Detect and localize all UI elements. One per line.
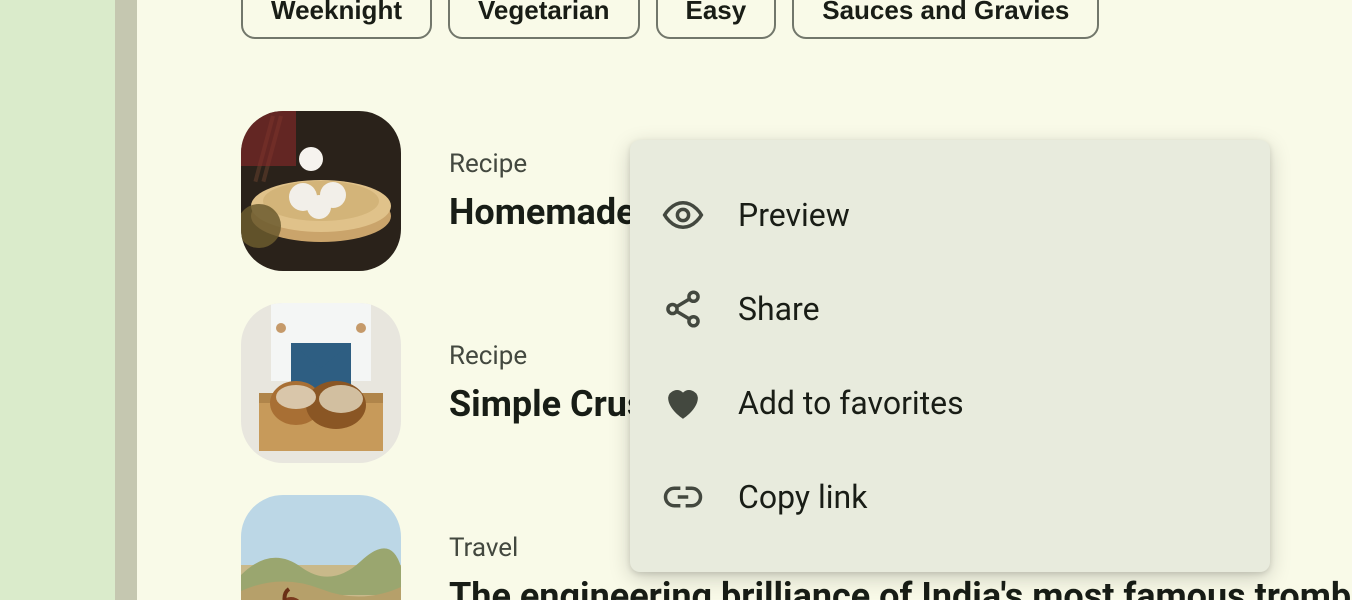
item-title: The engineering brilliance of India's mo… (449, 575, 1352, 600)
divider-rail (115, 0, 137, 600)
menu-item-share[interactable]: Share (630, 262, 1270, 356)
share-icon (662, 288, 704, 330)
chip-sauces-and-gravies[interactable]: Sauces and Gravies (792, 0, 1099, 39)
thumbnail-image (241, 495, 401, 600)
menu-label: Add to favorites (738, 384, 964, 422)
menu-item-add-to-favorites[interactable]: Add to favorites (630, 356, 1270, 450)
menu-item-preview[interactable]: Preview (630, 168, 1270, 262)
heart-icon (662, 382, 704, 424)
main-content: Weeknight Vegetarian Easy Sauces and Gra… (137, 0, 1352, 600)
menu-label: Preview (738, 196, 850, 234)
thumbnail-image (241, 111, 401, 271)
chip-vegetarian[interactable]: Vegetarian (448, 0, 640, 39)
chip-weeknight[interactable]: Weeknight (241, 0, 432, 39)
filter-chips-row: Weeknight Vegetarian Easy Sauces and Gra… (137, 0, 1352, 39)
thumbnail-image (241, 303, 401, 463)
menu-item-copy-link[interactable]: Copy link (630, 450, 1270, 544)
chip-easy[interactable]: Easy (656, 0, 777, 39)
sidebar-stub (0, 0, 115, 600)
menu-label: Share (738, 290, 820, 328)
context-menu: Preview Share Add to favorites (630, 140, 1270, 572)
menu-label: Copy link (738, 478, 867, 516)
link-icon (662, 476, 704, 518)
eye-icon (662, 194, 704, 236)
